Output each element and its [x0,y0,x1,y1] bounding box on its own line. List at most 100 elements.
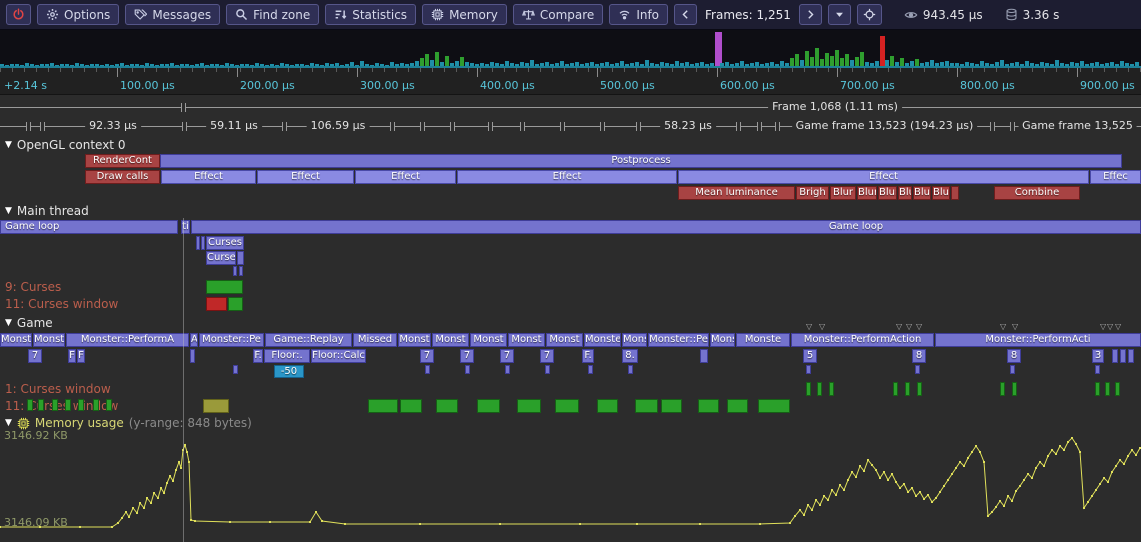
zone-bar[interactable] [206,280,243,294]
histogram-bar[interactable] [40,64,44,66]
histogram-bar[interactable] [870,63,874,66]
histogram-bar[interactable] [385,65,389,66]
histogram-bar[interactable] [480,63,484,66]
collapsed-zone-marker-icon[interactable]: ▽ [1000,323,1006,331]
histogram-bar[interactable] [290,65,294,66]
zone-bar[interactable]: Monster::PerformA [66,333,189,347]
prev-frame-button[interactable] [674,4,697,25]
zone-bar[interactable]: Game loop [191,220,1141,234]
histogram-bar[interactable] [715,32,722,66]
opengl-section-header[interactable]: ▼ OpenGL context 0 [5,138,125,152]
histogram-bar[interactable] [470,63,474,66]
zone-bar[interactable] [951,186,959,200]
zone-bar[interactable] [588,365,593,374]
histogram-bar[interactable] [650,63,654,66]
zone-bar[interactable] [829,382,834,396]
zone-bar[interactable] [38,399,44,411]
zone-bar[interactable] [65,399,71,411]
histogram-bar[interactable] [235,65,239,66]
histogram-bar[interactable] [990,64,994,66]
histogram-bar[interactable] [785,63,789,66]
histogram-bar[interactable] [755,62,759,66]
collapsed-zone-marker-icon[interactable]: ▽ [806,323,812,331]
histogram-bar[interactable] [175,65,179,66]
zone-bar[interactable]: 7 [28,349,42,363]
zone-bar[interactable]: Effec [1090,170,1141,184]
histogram-bar[interactable] [185,64,189,66]
frame-label[interactable]: Frame 1,068 (1.11 ms) [768,100,902,113]
histogram-bar[interactable] [465,62,469,66]
histogram-bar[interactable] [210,64,214,66]
histogram-bar[interactable] [0,64,4,66]
histogram-bar[interactable] [145,63,149,66]
zone-bar[interactable] [1105,382,1110,396]
histogram-bar[interactable] [1025,61,1029,66]
zone-bar[interactable]: Floor:. [264,349,310,363]
histogram-bar[interactable] [820,59,824,66]
histogram-bar[interactable] [325,63,329,66]
zone-bar[interactable] [106,399,112,411]
zone-bar[interactable]: A [190,333,198,347]
histogram-bar[interactable] [730,64,734,66]
frame-label[interactable]: 58.23 µs [660,119,716,132]
frame-histogram[interactable] [0,30,1141,68]
collapsed-zone-marker-icon[interactable]: ▽ [906,323,912,331]
frame-label[interactable]: Game frame 13,525 [1018,119,1137,132]
next-frame-button[interactable] [799,4,822,25]
histogram-bar[interactable] [675,61,679,66]
histogram-bar[interactable] [895,62,899,66]
zone-bar[interactable] [545,365,550,374]
histogram-bar[interactable] [45,64,49,66]
zone-bar[interactable]: Monst [398,333,431,347]
zone-bar[interactable] [239,266,243,276]
zone-bar[interactable]: 7 [420,349,434,363]
histogram-bar[interactable] [565,64,569,66]
histogram-bar[interactable] [955,63,959,66]
frame-label[interactable]: 106.59 µs [307,119,370,132]
zone-bar[interactable] [93,399,99,411]
zone-bar[interactable] [206,297,227,311]
zone-bar[interactable]: Monst [470,333,507,347]
histogram-bar[interactable] [260,64,264,66]
histogram-bar[interactable] [25,63,29,66]
histogram-bar[interactable] [780,61,784,66]
histogram-bar[interactable] [125,65,129,66]
histogram-bar[interactable] [580,64,584,66]
zone-bar[interactable]: 8. [622,349,638,363]
histogram-bar[interactable] [1045,63,1049,66]
histogram-bar[interactable] [195,64,199,66]
zone-bar[interactable] [436,399,458,413]
histogram-bar[interactable] [930,60,934,66]
memory-graph[interactable] [0,436,1141,530]
zone-bar[interactable] [905,382,910,396]
histogram-bar[interactable] [900,58,904,66]
zone-bar[interactable]: 8 [912,349,926,363]
histogram-bar[interactable] [645,60,649,66]
goto-frame-button[interactable] [857,4,882,25]
histogram-bar[interactable] [985,63,989,66]
histogram-bar[interactable] [1090,63,1094,66]
histogram-bar[interactable] [415,61,419,66]
collapsed-zone-marker-icon[interactable]: ▽ [1115,323,1121,331]
zone-bar[interactable]: Blur [878,186,897,200]
histogram-bar[interactable] [285,64,289,66]
histogram-bar[interactable] [1085,64,1089,66]
zone-bar[interactable]: RenderCont [85,154,160,168]
frame-label[interactable]: 92.33 µs [85,119,141,132]
histogram-bar[interactable] [940,62,944,66]
histogram-bar[interactable] [215,64,219,66]
zone-bar[interactable]: Postprocess [160,154,1122,168]
zone-bar[interactable] [233,266,237,276]
histogram-bar[interactable] [75,63,79,66]
info-button[interactable]: Info [609,4,668,25]
histogram-bar[interactable] [315,64,319,66]
zone-bar[interactable]: -50 [274,365,304,378]
histogram-bar[interactable] [660,62,664,66]
histogram-bar[interactable] [850,60,854,66]
histogram-bar[interactable] [595,64,599,66]
zone-bar[interactable] [196,236,200,250]
zone-bar[interactable]: Game loop [0,220,178,234]
histogram-bar[interactable] [20,65,24,66]
zone-bar[interactable]: Monste [33,333,65,347]
histogram-bar[interactable] [795,54,799,66]
